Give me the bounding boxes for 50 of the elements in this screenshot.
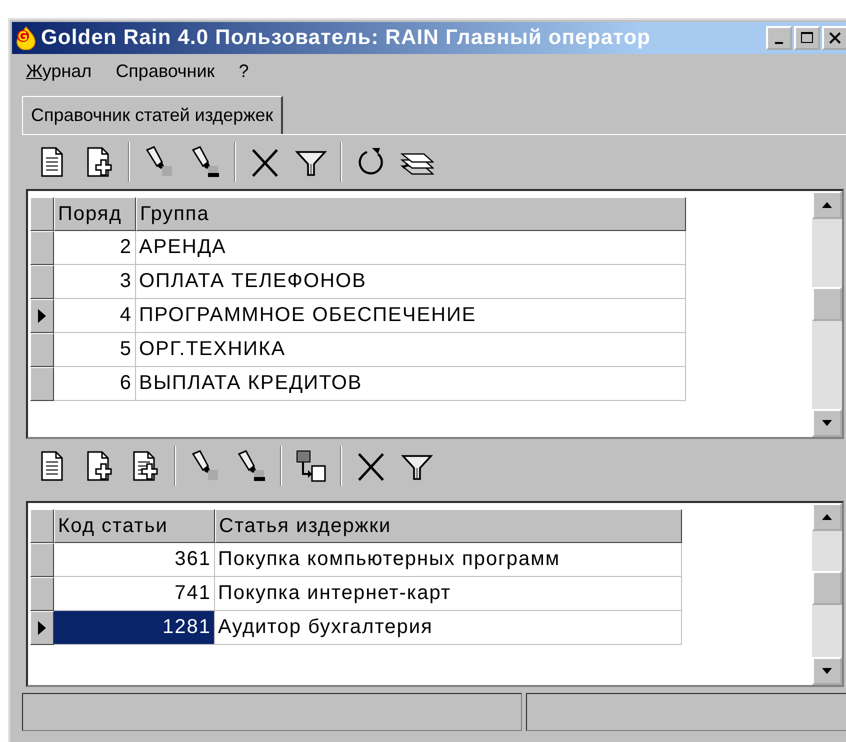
scroll-down-icon (821, 667, 833, 675)
maximize-button[interactable] (794, 26, 820, 50)
column-header[interactable]: Код статьи (54, 509, 215, 543)
window-title: Golden Rain 4.0 Пользователь: RAIN Главный оператор (41, 26, 652, 50)
menu-item[interactable]: Справочник (116, 60, 215, 82)
table-cell: Аудитор бухгалтерия (215, 611, 682, 645)
table-cell: ВЫПЛАТА КРЕДИТОВ (136, 367, 686, 401)
row-indicator[interactable] (30, 543, 54, 577)
menu-item[interactable]: Журнал (26, 60, 92, 82)
scroll-up-icon (821, 201, 833, 209)
table-cell: 3 (54, 265, 136, 299)
close-button[interactable] (822, 26, 846, 50)
scroll-thumb[interactable] (812, 571, 842, 605)
table-cell: 1281 (54, 611, 215, 645)
table-cell: 5 (54, 333, 136, 367)
row-indicator[interactable] (30, 577, 54, 611)
close-icon (828, 31, 842, 45)
scrollbar[interactable] (812, 503, 842, 685)
minimize-button[interactable] (766, 26, 792, 50)
minimize-icon (775, 42, 783, 44)
scroll-down-icon (821, 419, 833, 427)
table-cell: 2 (54, 231, 136, 265)
table-cell: 361 (54, 543, 215, 577)
row-indicator[interactable] (30, 265, 54, 299)
row-indicator[interactable] (30, 299, 54, 333)
table-cell: 4 (54, 299, 136, 333)
move-icon[interactable] (294, 448, 328, 484)
tab[interactable]: Справочник статей издержек (22, 96, 284, 134)
row-indicator[interactable] (30, 367, 54, 401)
table-cell: АРЕНДА (136, 231, 686, 265)
table-cell: ОПЛАТА ТЕЛЕФОНОВ (136, 265, 686, 299)
column-header[interactable]: Поряд (54, 197, 136, 231)
table-cell: Покупка интернет-карт (215, 577, 682, 611)
scroll-thumb[interactable] (812, 287, 842, 321)
table-cell: ПРОГРАММНОЕ ОБЕСПЕЧЕНИЕ (136, 299, 686, 333)
row-indicator[interactable] (30, 231, 54, 265)
table-cell: 6 (54, 367, 136, 401)
table-cell: ОРГ.ТЕХНИКА (136, 333, 686, 367)
row-indicator[interactable] (30, 611, 54, 645)
column-header[interactable]: Группа (136, 197, 686, 231)
scrollbar[interactable] (812, 191, 842, 437)
grid-corner (30, 509, 54, 543)
menu-item[interactable]: ? (238, 60, 249, 82)
grid-corner (30, 197, 54, 231)
maximize-icon (800, 31, 814, 45)
scroll-up-icon (821, 513, 833, 521)
app-logo-icon (15, 26, 37, 50)
table-cell: Покупка компьютерных программ (215, 543, 682, 577)
row-indicator[interactable] (30, 333, 54, 367)
column-header[interactable]: Статья издержки (215, 509, 682, 543)
